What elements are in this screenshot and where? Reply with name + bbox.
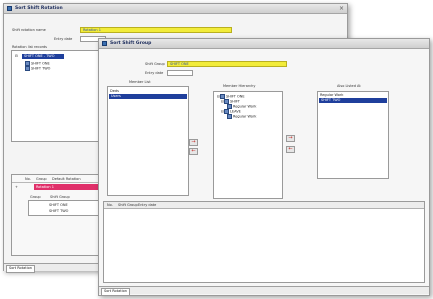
move-left-button[interactable]: ← [189,148,198,155]
also-listed-item[interactable]: Regular Work [320,93,343,97]
app-icon [102,41,107,46]
remove-left-button[interactable]: ← [286,146,295,153]
folder-icon [25,66,30,71]
hierarchy-node-label: SHIFT ONE [225,94,245,99]
add-right-button[interactable]: → [286,135,295,142]
selected-rotation-row[interactable]: Rotation 1 [34,184,100,190]
item-icon [227,114,232,119]
also-listed-item-selected[interactable]: SHIFT TWO [319,98,387,103]
tree-item-selected[interactable]: SHIFT ONE - TWO [22,54,64,59]
member-item[interactable]: Deds [110,89,119,93]
rotation-list-label: Rotation list records [12,45,48,49]
front-grid: No. Shift Group Entry date [103,201,425,283]
member-item-selected[interactable]: Users [109,94,187,99]
hierarchy-node-label: LEAVE [229,109,241,114]
tree-item-label: SHIFT ONE [31,61,50,66]
shift-group-field[interactable]: SHIFT ONE [167,61,287,67]
rotation-tree-panel[interactable]: SHIFT ONE - TWO SHIFT ONE SHIFT TWO ⊟ [11,50,103,142]
sub-grid-row[interactable]: SHIFT TWO [49,209,68,213]
move-right-button[interactable]: → [189,139,198,146]
also-listed-label: Also Listed At [337,84,361,88]
back-window-titlebar[interactable]: Sort Shift Rotation × [4,4,347,14]
member-hierarchy-panel[interactable]: ⊟ SHIFT ONE ⊟ SHIFT Regular Work ⊟ LEAVE Re… [213,91,283,199]
sub-grid-header: Shift Group [50,195,70,199]
hierarchy-node-label: SHIFT [229,99,240,104]
sub-grid-header: Group [30,195,41,199]
member-hierarchy-label: Member Hierarchy [223,84,256,88]
grid-header: Group [36,177,47,181]
back-grid: No. Group Default Rotation Rotation 1 + … [11,174,103,256]
sub-grid-row[interactable]: SHIFT ONE [49,203,68,207]
hierarchy-node-label: Regular Work [233,104,257,109]
hierarchy-node-label: Regular Work [233,114,257,119]
front-window-titlebar[interactable]: Sort Shift Group [99,39,429,49]
shift-group-label: Shift Group [145,62,165,66]
front-entry-date-label: Entry date [145,71,164,75]
expand-icon[interactable]: ⊟ [15,54,18,58]
tree-item[interactable]: SHIFT TWO [25,66,50,71]
front-window: Sort Shift Group Shift Group SHIFT ONE E… [98,38,430,296]
member-list-label: Member List [129,80,151,84]
grid-divider [12,182,102,183]
tab-sort-rotation-front[interactable]: Sort Rotation [101,288,130,296]
front-window-title: Sort Shift Group [110,41,152,46]
rotation-name-label: Shift rotation name [12,28,46,32]
app-icon [7,6,12,11]
tab-sort-rotation-back[interactable]: Sort Rotation [6,265,35,273]
rotation-name-field[interactable]: Rotation 1 [80,27,232,33]
front-tab-bar: Sort Rotation [99,286,429,296]
row-expand-icon[interactable]: + [15,185,18,189]
grid-header: Default Rotation [52,177,81,181]
grid-header: No. [25,177,31,181]
close-icon[interactable]: × [339,5,344,12]
grid-header: No. [107,203,113,207]
front-entry-date-field[interactable] [167,70,193,76]
back-entry-date-label: Entry date [54,37,73,41]
hierarchy-node[interactable]: Regular Work [227,114,256,119]
member-list-panel[interactable]: Users Deds [107,86,189,196]
also-listed-panel[interactable]: Regular Work SHIFT TWO [317,91,389,179]
back-window-title: Sort Shift Rotation [15,6,63,11]
grid-header: Entry date [138,203,157,207]
grid-header: Shift Group [118,203,138,207]
sub-grid: SHIFT ONE SHIFT TWO [28,200,100,216]
tree-item-label: SHIFT TWO [31,66,51,71]
